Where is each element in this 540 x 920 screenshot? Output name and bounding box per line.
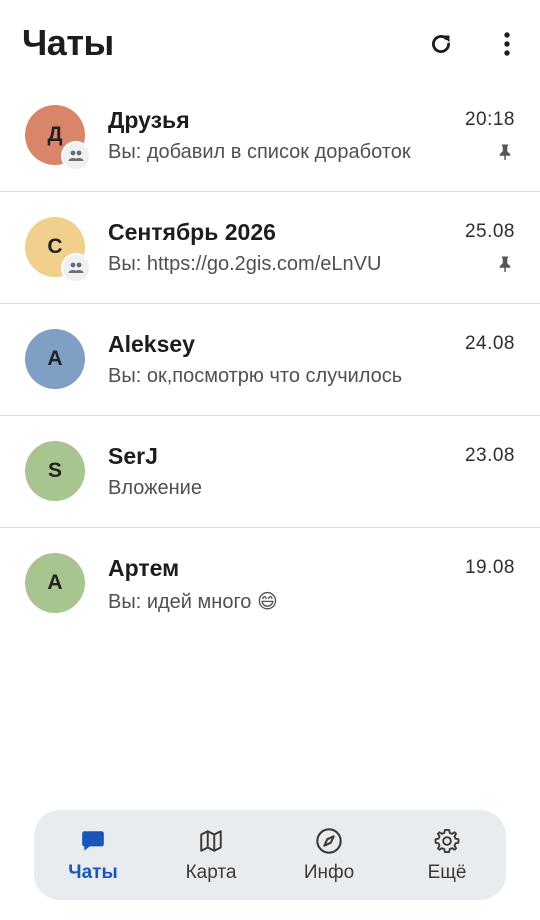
chat-item[interactable]: A Артем 19.08 Вы: идей много 😄 — [0, 528, 540, 639]
nav-map[interactable]: Карта — [156, 826, 266, 884]
chat-preview: Вы: добавил в список доработок — [108, 141, 411, 163]
avatar: A — [25, 329, 85, 389]
app-header: Чаты — [0, 0, 540, 90]
group-badge — [61, 141, 91, 171]
chat-item[interactable]: С Сентябрь 2026 25.08 Вы: https://go.2gi… — [0, 192, 540, 304]
chat-item[interactable]: A Aleksey 24.08 Вы: ок,посмотрю что случ… — [0, 304, 540, 416]
chat-name: SerJ — [108, 443, 158, 469]
chat-bubble-icon — [78, 826, 108, 856]
group-icon — [68, 262, 84, 273]
nav-info[interactable]: Инфо — [274, 826, 384, 884]
nav-label: Ещё — [427, 862, 467, 883]
nav-label: Карта — [185, 862, 237, 883]
nav-label: Инфо — [303, 862, 355, 883]
pin-icon — [499, 256, 511, 273]
chat-preview: Вы: идей много 😄 — [108, 591, 278, 613]
avatar: S — [25, 441, 85, 501]
chat-time: 19.08 — [464, 557, 515, 578]
group-icon — [68, 150, 84, 161]
settings-gear-icon — [432, 826, 462, 856]
map-icon — [196, 826, 226, 856]
nav-label: Чаты — [68, 862, 118, 883]
more-vertical-icon — [504, 32, 510, 56]
chat-name: Артем — [108, 555, 180, 581]
chat-name: Сентябрь 2026 — [108, 219, 276, 245]
chat-time: 24.08 — [464, 333, 515, 354]
more-options-button[interactable] — [487, 24, 527, 64]
chat-time: 20:18 — [464, 109, 515, 130]
bottom-navigation: Чаты Карта Инфо Ещё — [34, 810, 506, 900]
chat-item[interactable]: S SerJ 23.08 Вложение — [0, 416, 540, 528]
nav-more[interactable]: Ещё — [392, 826, 502, 884]
chat-preview: Вы: ок,посмотрю что случилось — [108, 365, 403, 387]
nav-chats[interactable]: Чаты — [38, 826, 148, 884]
chat-time: 23.08 — [464, 445, 515, 466]
chat-list: Д Друзья 20:18 Вы: добавил в список дора… — [0, 80, 540, 639]
chat-name: Aleksey — [108, 331, 195, 357]
chat-item[interactable]: Д Друзья 20:18 Вы: добавил в список дора… — [0, 80, 540, 192]
chat-time: 25.08 — [464, 221, 515, 242]
pin-icon — [499, 144, 511, 161]
avatar: A — [25, 553, 85, 613]
chat-preview: Вложение — [108, 477, 202, 499]
refresh-button[interactable] — [421, 24, 461, 64]
page-title: Чаты — [22, 22, 114, 63]
refresh-icon — [432, 35, 450, 53]
chat-preview: Вы: https://go.2gis.com/eLnVU — [108, 253, 382, 275]
chat-name: Друзья — [108, 107, 190, 133]
group-badge — [61, 253, 91, 283]
compass-icon — [314, 826, 344, 856]
